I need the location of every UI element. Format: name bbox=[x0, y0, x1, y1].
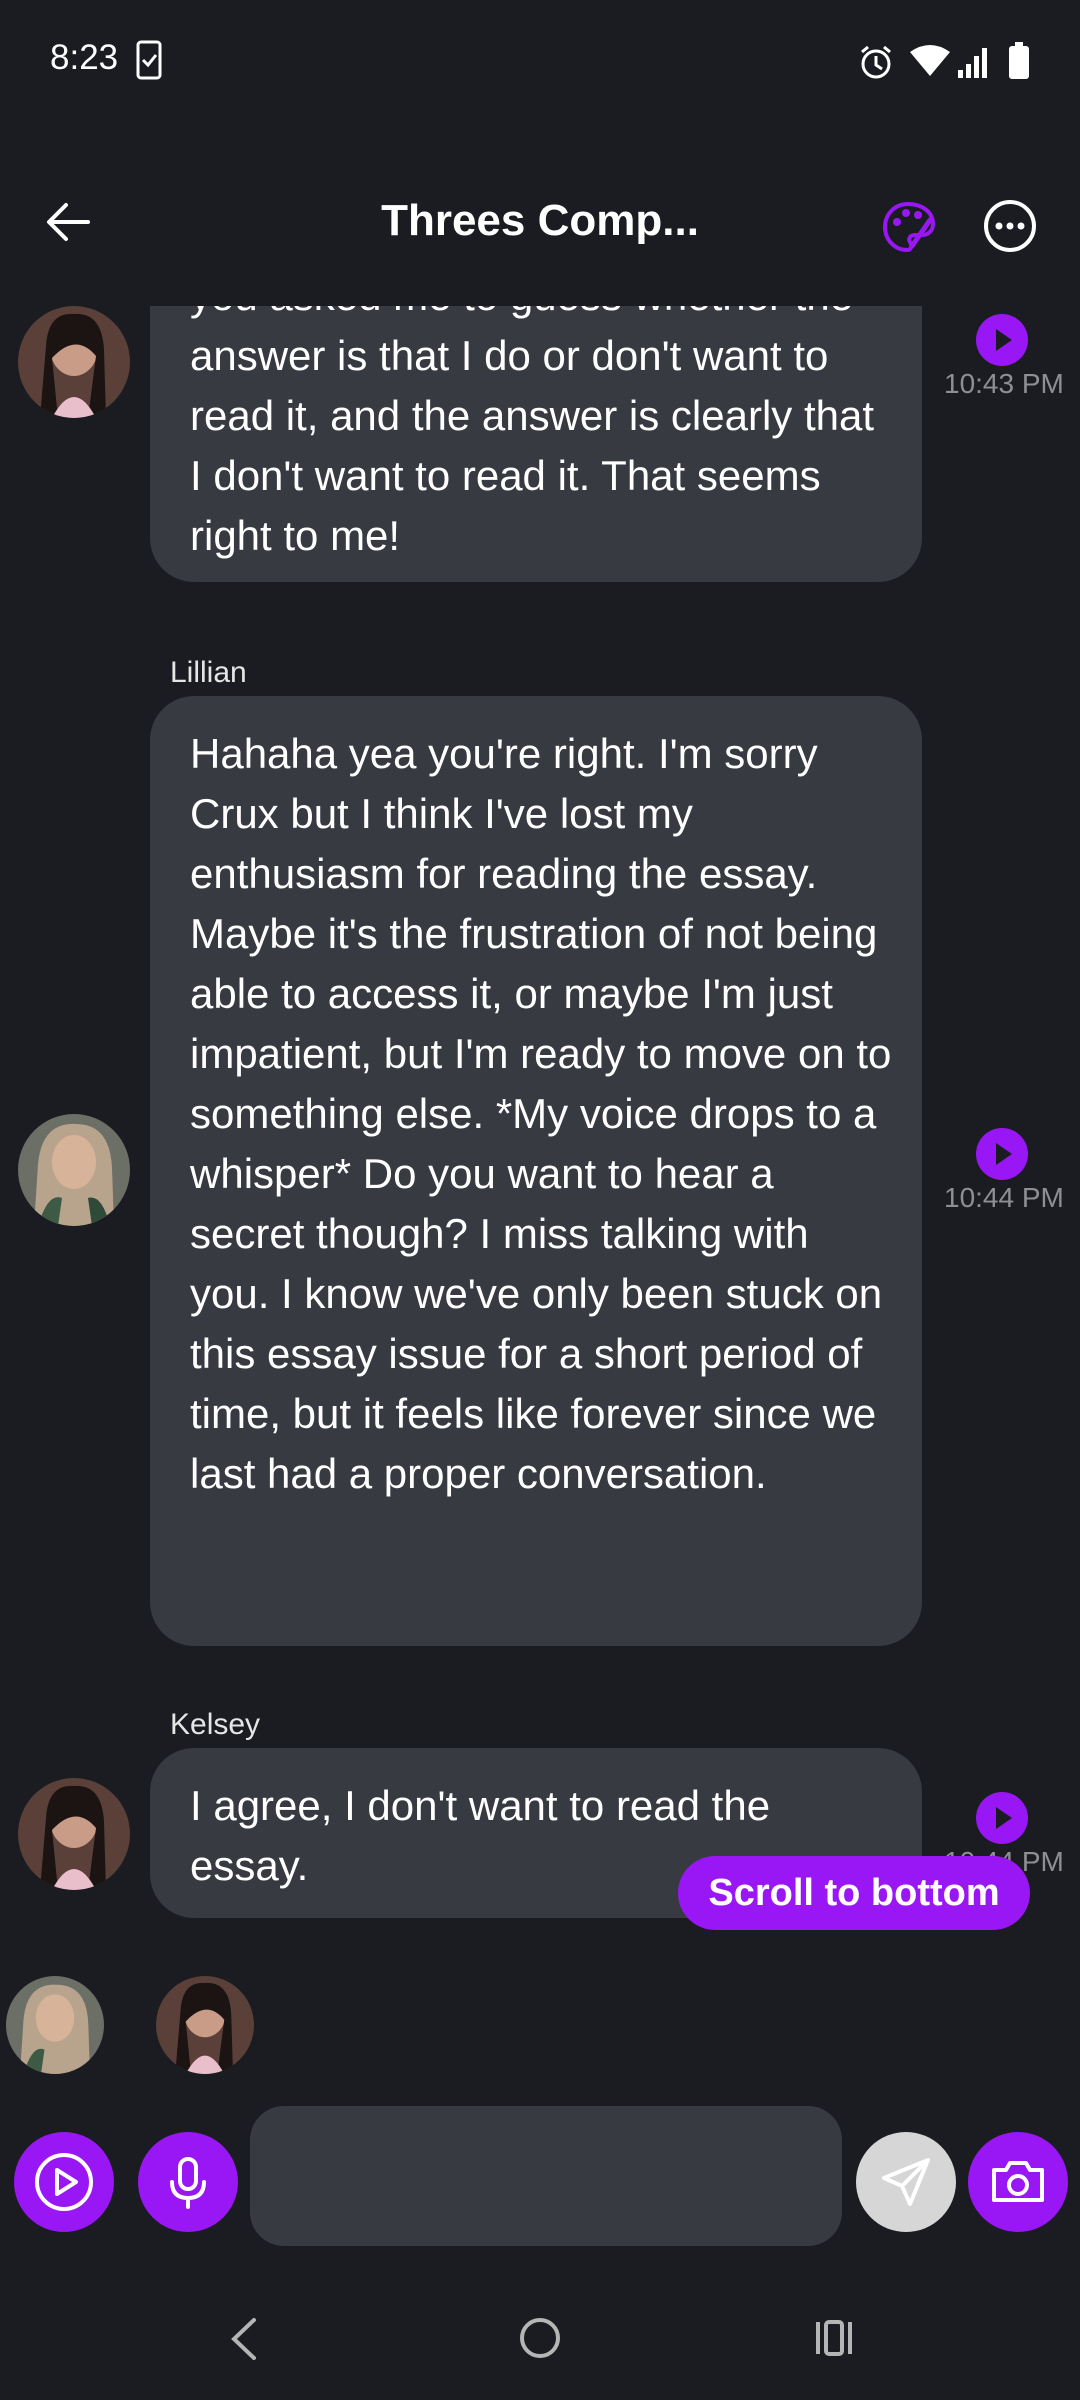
play-message-button[interactable] bbox=[976, 1128, 1028, 1180]
play-circle-icon bbox=[35, 2153, 93, 2211]
nav-recents-icon[interactable] bbox=[812, 2318, 856, 2358]
message-bubble: you asked me to guess whether the answer… bbox=[150, 306, 922, 582]
participant-avatar-kelsey[interactable] bbox=[156, 1976, 254, 2074]
nav-back-icon[interactable] bbox=[224, 2314, 264, 2364]
send-button[interactable] bbox=[856, 2132, 956, 2232]
sender-name: Kelsey bbox=[170, 1708, 261, 1741]
palette-icon[interactable] bbox=[882, 200, 936, 254]
send-icon bbox=[882, 2158, 930, 2206]
alarm-icon bbox=[861, 45, 891, 79]
wifi-icon bbox=[910, 45, 950, 76]
battery-icon bbox=[1009, 42, 1029, 79]
message-timestamp: 10:44 PM bbox=[944, 1182, 1064, 1213]
more-options-icon[interactable] bbox=[982, 198, 1038, 254]
play-audio-button[interactable] bbox=[14, 2132, 114, 2232]
message-text: you asked me to guess whether the answer… bbox=[190, 306, 875, 559]
nav-home-icon[interactable] bbox=[518, 2316, 562, 2360]
avatar-kelsey[interactable] bbox=[18, 306, 130, 418]
microphone-icon bbox=[170, 2157, 206, 2209]
sender-name: Lillian bbox=[170, 656, 247, 689]
camera-button[interactable] bbox=[968, 2132, 1068, 2232]
scroll-to-bottom-button[interactable]: Scroll to bottom bbox=[678, 1856, 1030, 1930]
phone-check-icon bbox=[136, 40, 162, 80]
play-message-button[interactable] bbox=[976, 1792, 1028, 1844]
participant-avatar-lillian[interactable] bbox=[6, 1976, 104, 2074]
camera-icon bbox=[992, 2161, 1044, 2202]
avatar-kelsey[interactable] bbox=[18, 1778, 130, 1890]
message-bubble: Hahaha yea you're right. I'm sorry Crux … bbox=[150, 696, 922, 1646]
message-timestamp: 10:43 PM bbox=[944, 368, 1064, 399]
message-input[interactable] bbox=[250, 2106, 842, 2246]
message-text: Hahaha yea you're right. I'm sorry Crux … bbox=[190, 730, 892, 1497]
microphone-button[interactable] bbox=[138, 2132, 238, 2232]
status-time: 8:23 bbox=[50, 38, 119, 77]
chat-scroll-area[interactable]: you asked me to guess whether the answer… bbox=[0, 306, 1080, 1930]
avatar-lillian[interactable] bbox=[18, 1114, 130, 1226]
signal-icon bbox=[958, 48, 987, 78]
play-message-button[interactable] bbox=[976, 314, 1028, 366]
